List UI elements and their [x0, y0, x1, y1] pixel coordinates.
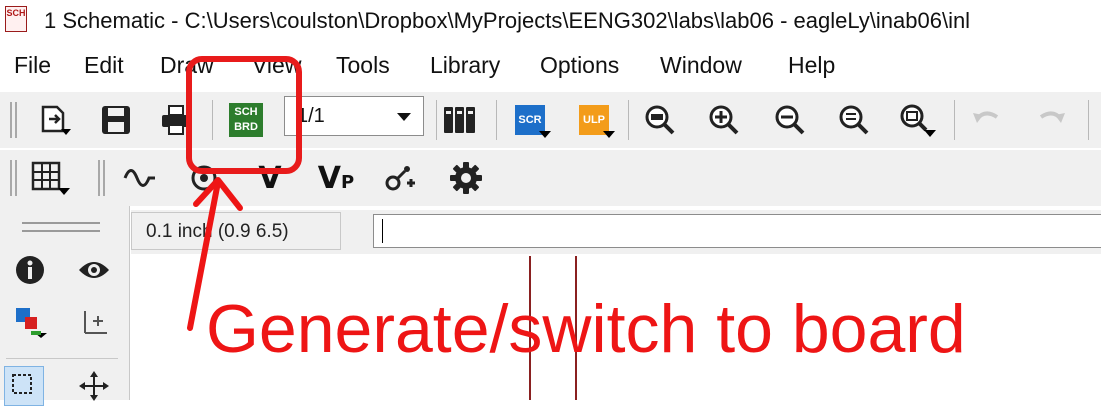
add-net-icon[interactable]	[380, 158, 420, 198]
zoom-out-icon[interactable]	[770, 100, 810, 140]
redo-icon[interactable]	[1032, 100, 1072, 140]
annotation-highlight-box	[186, 56, 302, 174]
toolbar-grip[interactable]	[10, 160, 17, 196]
app-icon: SCH	[5, 6, 27, 32]
zoom-window-icon[interactable]	[898, 100, 938, 140]
sheet-select[interactable]: 1/1	[284, 96, 424, 136]
menu-window[interactable]: Window	[660, 52, 742, 79]
toolbar-separator	[954, 100, 955, 140]
layer-settings-icon[interactable]	[10, 302, 50, 342]
toolbar-grip[interactable]	[10, 102, 17, 138]
save-icon[interactable]	[96, 100, 136, 140]
menu-bar: File Edit Draw View Tools Library Option…	[0, 48, 1101, 88]
toolbar-grip[interactable]	[98, 160, 105, 196]
text-caret	[382, 219, 383, 243]
toolbar-separator	[628, 100, 629, 140]
cam-icon[interactable]	[440, 100, 480, 140]
annotation-label: Generate/switch to board	[206, 291, 966, 367]
command-line-bar: 0.1 inch (0.9 6.5)	[131, 210, 1101, 254]
vp-main: V	[317, 160, 341, 196]
secondary-toolbar: V VP	[0, 150, 1101, 206]
chevron-down-icon	[397, 113, 411, 121]
toolbar-separator	[496, 100, 497, 140]
ulp-button[interactable]: ULP	[574, 100, 615, 140]
panel-divider	[6, 358, 118, 359]
title-bar: SCH 1 Schematic - C:\Users\coulston\Drop…	[0, 0, 1101, 42]
menu-edit[interactable]: Edit	[84, 52, 124, 79]
zoom-fit-icon[interactable]	[640, 100, 680, 140]
settings-gear-icon[interactable]	[446, 158, 486, 198]
vp-sub: P	[341, 171, 355, 193]
chevron-down-icon	[539, 131, 551, 138]
main-toolbar: SCH BRD SCR ULP	[0, 92, 1101, 148]
window-title: 1 Schematic - C:\Users\coulston\Dropbox\…	[44, 8, 971, 33]
script-button[interactable]: SCR	[510, 100, 551, 140]
move-icon[interactable]	[74, 366, 114, 406]
ulp-label: ULP	[583, 114, 605, 126]
grid-icon[interactable]	[30, 158, 70, 198]
panel-grip[interactable]	[22, 230, 100, 232]
mark-icon[interactable]	[74, 302, 114, 342]
undo-icon[interactable]	[966, 100, 1006, 140]
menu-help[interactable]: Help	[788, 52, 835, 79]
toolbar-separator	[436, 100, 437, 140]
command-input[interactable]	[373, 214, 1101, 248]
menu-library[interactable]: Library	[430, 52, 500, 79]
menu-tools[interactable]: Tools	[336, 52, 390, 79]
erc-icon[interactable]	[120, 158, 160, 198]
script-icon: SCR	[515, 105, 551, 138]
script-label: SCR	[518, 114, 542, 126]
info-icon[interactable]	[10, 250, 50, 290]
panel-grip[interactable]	[22, 222, 100, 224]
menu-file[interactable]: File	[14, 52, 51, 79]
select-icon[interactable]	[4, 366, 44, 406]
open-icon[interactable]	[34, 100, 74, 140]
zoom-in-icon[interactable]	[704, 100, 744, 140]
vp-label: VP	[318, 161, 354, 196]
ulp-icon: ULP	[579, 105, 615, 138]
zoom-select-icon[interactable]	[834, 100, 874, 140]
eye-icon[interactable]	[74, 250, 114, 290]
vp-icon[interactable]: VP	[316, 158, 356, 198]
chevron-down-icon	[603, 131, 615, 138]
command-panel	[0, 206, 130, 406]
toolbar-separator	[1088, 100, 1089, 140]
menu-options[interactable]: Options	[540, 52, 619, 79]
